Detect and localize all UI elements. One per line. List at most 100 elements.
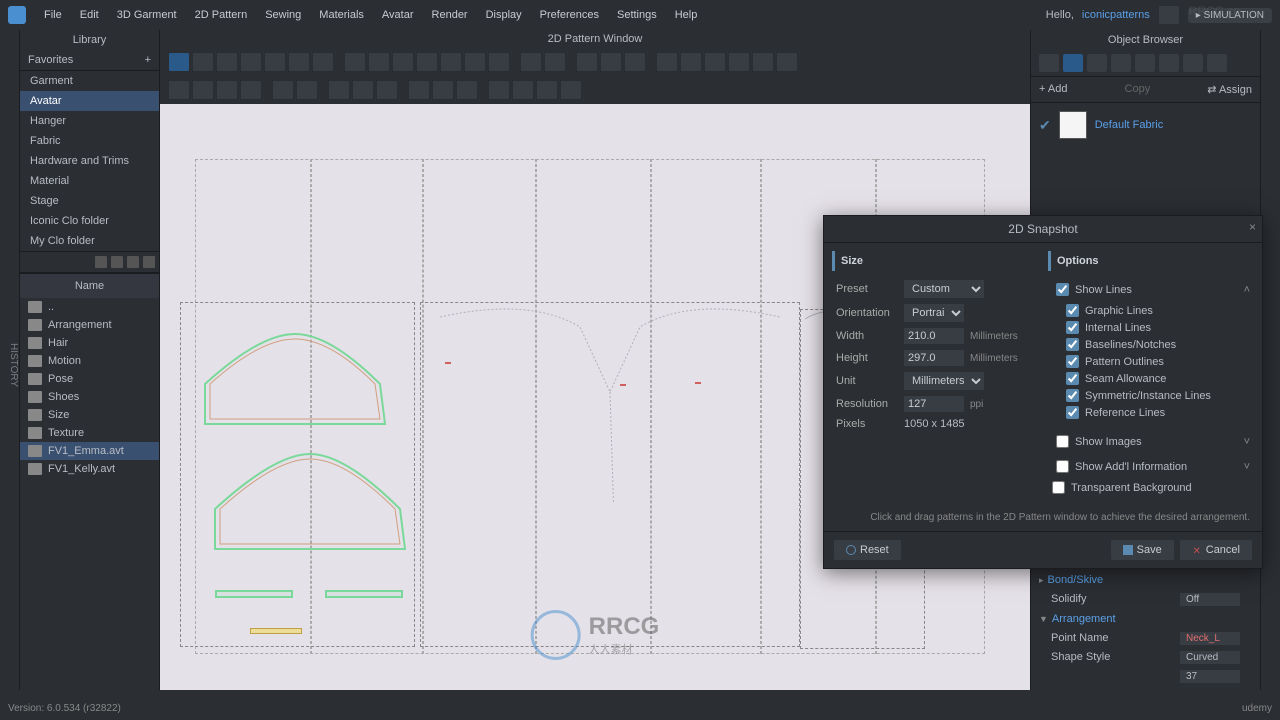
tool-trace[interactable] (488, 52, 510, 72)
grid-icon[interactable] (127, 256, 139, 268)
orientation-select[interactable]: Portrait (904, 304, 964, 322)
tool2-a[interactable] (168, 80, 190, 100)
tool2-c[interactable] (216, 80, 238, 100)
tool-curve[interactable] (240, 52, 262, 72)
ob-tool-grading[interactable] (1183, 54, 1203, 72)
tool-text[interactable] (576, 52, 598, 72)
tool-distribute[interactable] (704, 52, 726, 72)
menu-settings[interactable]: Settings (609, 5, 665, 25)
menu-2dpattern[interactable]: 2D Pattern (187, 5, 256, 25)
menu-3dgarment[interactable]: 3D Garment (109, 5, 185, 25)
file-kelly[interactable]: FV1_Kelly.avt (20, 460, 159, 478)
preset-select[interactable]: Custom (904, 280, 984, 298)
menu-help[interactable]: Help (667, 5, 706, 25)
tool2-d[interactable] (240, 80, 262, 100)
lib-stage[interactable]: Stage (20, 191, 159, 211)
ob-tool-topstitch[interactable] (1135, 54, 1155, 72)
tool-transform[interactable] (216, 52, 238, 72)
lib-hardware[interactable]: Hardware and Trims (20, 151, 159, 171)
reference-lines-check[interactable] (1066, 406, 1079, 419)
internal-lines-check[interactable] (1066, 321, 1079, 334)
tool2-g[interactable] (328, 80, 350, 100)
tool2-i[interactable] (376, 80, 398, 100)
height-input[interactable] (904, 350, 964, 366)
history-tab[interactable]: HISTORY (0, 30, 20, 690)
menu-preferences[interactable]: Preferences (532, 5, 607, 25)
search-icon[interactable] (95, 256, 107, 268)
tool2-e[interactable] (272, 80, 294, 100)
menu-display[interactable]: Display (478, 5, 530, 25)
tool2-p[interactable] (560, 80, 582, 100)
ob-tool-pucker[interactable] (1159, 54, 1179, 72)
file-hair[interactable]: Hair (20, 334, 159, 352)
right-tab[interactable] (1260, 30, 1280, 690)
tool-circle[interactable] (392, 52, 414, 72)
graphic-lines-check[interactable] (1066, 304, 1079, 317)
favorites-add-icon[interactable]: + (145, 54, 151, 66)
menu-sewing[interactable]: Sewing (257, 5, 309, 25)
chevron-down-icon[interactable]: ˅ (1244, 461, 1250, 473)
ob-tool-fabric[interactable] (1063, 54, 1083, 72)
simulation-badge[interactable]: ▸ SIMULATION (1188, 8, 1272, 23)
file-emma[interactable]: FV1_Emma.avt (20, 442, 159, 460)
tool-dart[interactable] (416, 52, 438, 72)
lib-garment[interactable]: Garment (20, 71, 159, 91)
close-icon[interactable]: × (1249, 220, 1256, 234)
add-button[interactable]: Add (1048, 83, 1068, 95)
tool-edit[interactable] (192, 52, 214, 72)
menu-avatar[interactable]: Avatar (374, 5, 422, 25)
tool2-o[interactable] (536, 80, 558, 100)
file-texture[interactable]: Texture (20, 424, 159, 442)
file-shoes[interactable]: Shoes (20, 388, 159, 406)
chevron-down-icon[interactable]: ˅ (1244, 436, 1250, 448)
tool-avatar[interactable] (776, 52, 798, 72)
reset-button[interactable]: Reset (834, 540, 901, 560)
assign-button[interactable]: ⇄ Assign (1207, 83, 1252, 96)
lib-fabric[interactable]: Fabric (20, 131, 159, 151)
seam-allowance-check[interactable] (1066, 372, 1079, 385)
lib-iconic[interactable]: Iconic Clo folder (20, 211, 159, 231)
ob-tool-button[interactable] (1087, 54, 1107, 72)
file-size[interactable]: Size (20, 406, 159, 424)
ob-tool-more[interactable] (1207, 54, 1227, 72)
favorites-label[interactable]: Favorites (28, 54, 73, 66)
solidify-value[interactable]: Off (1180, 593, 1240, 606)
save-button[interactable]: Save (1111, 540, 1174, 560)
tool-polygon[interactable] (344, 52, 366, 72)
copy-button[interactable]: Copy (1125, 83, 1151, 96)
fabric-list-item[interactable]: ✔ Default Fabric (1031, 103, 1260, 147)
tool2-b[interactable] (192, 80, 214, 100)
refresh-icon[interactable] (111, 256, 123, 268)
tool-line[interactable] (464, 52, 486, 72)
tool-grid[interactable] (656, 52, 678, 72)
file-arrangement[interactable]: Arrangement (20, 316, 159, 334)
lib-material[interactable]: Material (20, 171, 159, 191)
tool-sew[interactable] (520, 52, 542, 72)
arrangement-section-header[interactable]: ▼Arrangement (1039, 609, 1252, 629)
tool2-j[interactable] (408, 80, 430, 100)
shape-style-value[interactable]: Curved (1180, 651, 1240, 664)
tool2-m[interactable] (488, 80, 510, 100)
tool2-h[interactable] (352, 80, 374, 100)
tool-annotation[interactable] (600, 52, 622, 72)
tool-align[interactable] (680, 52, 702, 72)
tool-ungroup[interactable] (752, 52, 774, 72)
tool-internal[interactable] (440, 52, 462, 72)
lib-avatar[interactable]: Avatar (20, 91, 159, 111)
show-addl-check[interactable] (1056, 460, 1069, 473)
pattern-outlines-check[interactable] (1066, 355, 1079, 368)
menu-materials[interactable]: Materials (311, 5, 372, 25)
menu-file[interactable]: File (36, 5, 70, 25)
tool2-n[interactable] (512, 80, 534, 100)
tool-notch[interactable] (312, 52, 334, 72)
tool2-f[interactable] (296, 80, 318, 100)
list-icon[interactable] (143, 256, 155, 268)
tool-split[interactable] (288, 52, 310, 72)
file-pose[interactable]: Pose (20, 370, 159, 388)
width-input[interactable] (904, 328, 964, 344)
shape-num-value[interactable]: 37 (1180, 670, 1240, 683)
tool-addpoint[interactable] (264, 52, 286, 72)
show-images-check[interactable] (1056, 435, 1069, 448)
file-motion[interactable]: Motion (20, 352, 159, 370)
resolution-input[interactable] (904, 396, 964, 412)
